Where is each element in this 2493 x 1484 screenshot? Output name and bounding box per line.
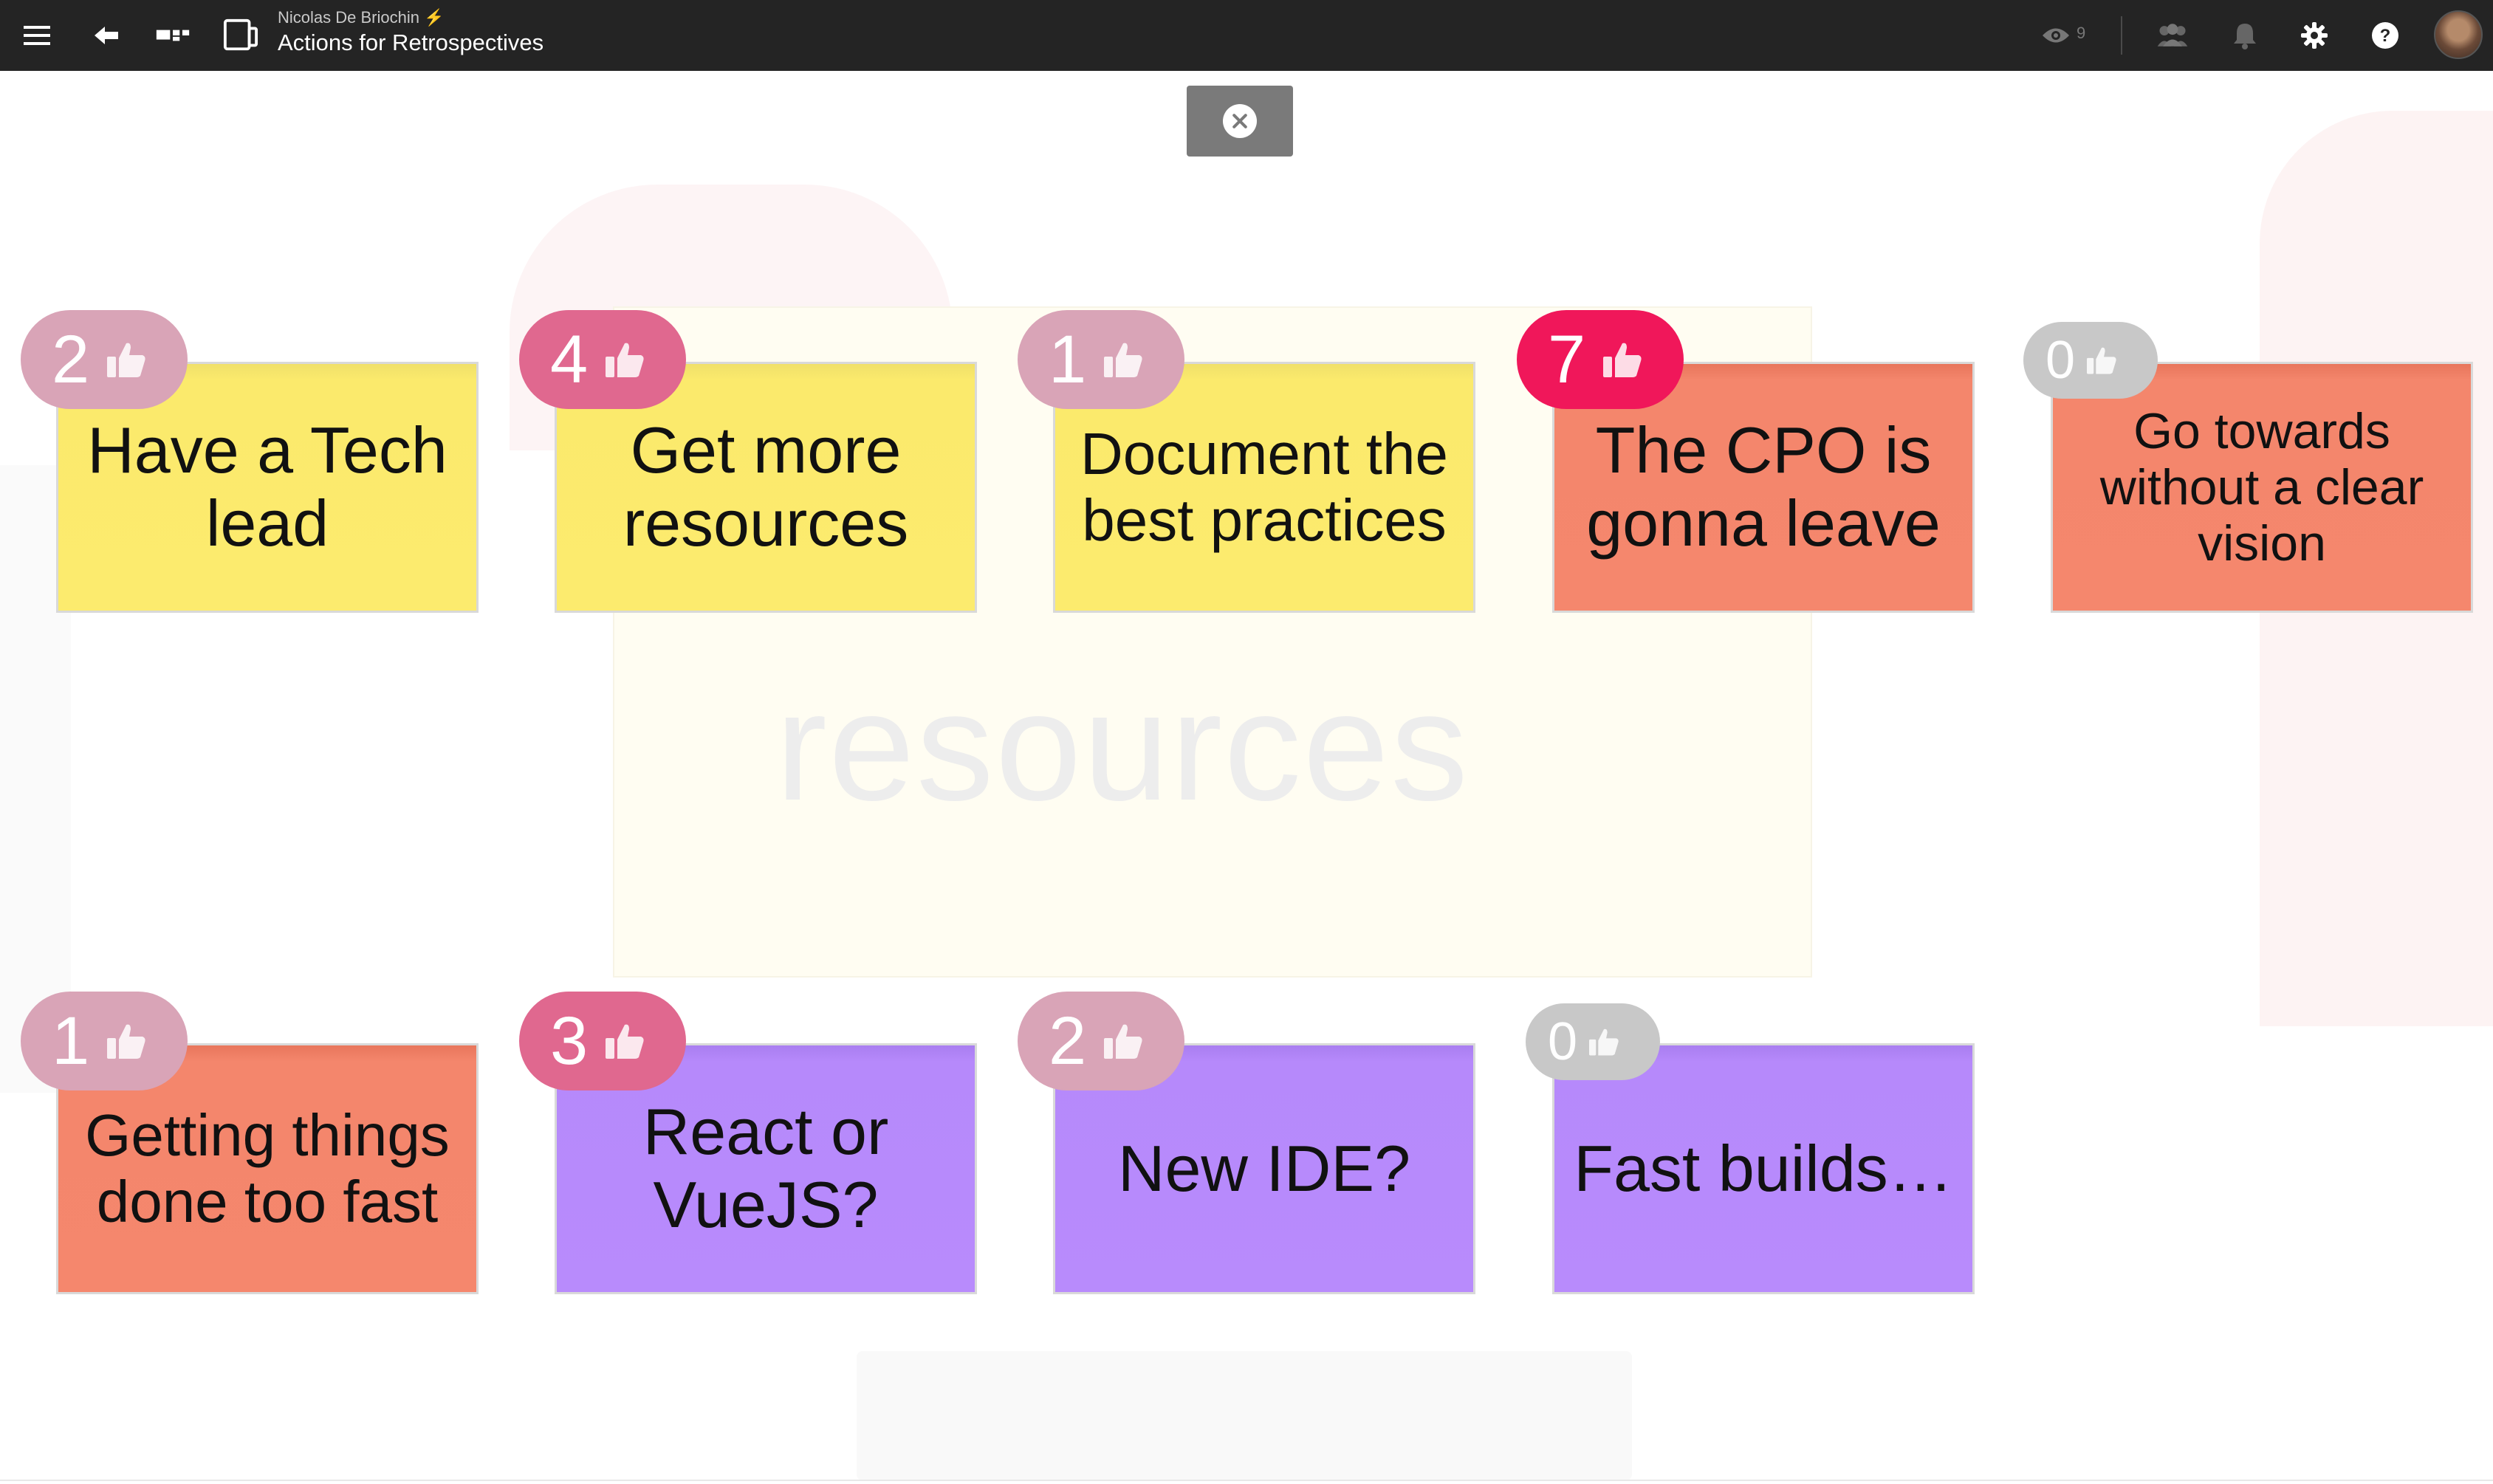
board-overview-icon[interactable] [155, 18, 191, 53]
thumbs-up-icon [106, 1022, 147, 1060]
thumbs-up-icon [1103, 340, 1144, 379]
divider [2121, 16, 2122, 55]
settings-gear-icon[interactable] [2297, 18, 2332, 53]
background-sticky-text: resources [775, 659, 1470, 833]
close-button[interactable] [1187, 86, 1293, 157]
sticky-note-text: Have a Tech lead [87, 413, 447, 560]
sticky-note-text: Fast builds… [1574, 1131, 1953, 1205]
vote-badge[interactable]: 0 [2023, 322, 2158, 399]
vote-count: 3 [550, 1003, 589, 1079]
vote-badge[interactable]: 0 [1526, 1003, 1660, 1080]
users-icon[interactable] [2155, 18, 2190, 53]
vote-count: 1 [1049, 322, 1087, 397]
thumbs-up-icon [2085, 346, 2118, 375]
sticky-note-text: Go towards without a clear vision [2099, 402, 2424, 572]
vote-count: 7 [1548, 322, 1586, 397]
thumbs-up-icon [604, 340, 645, 379]
vote-badge[interactable]: 2 [1018, 992, 1184, 1090]
thumbs-up-icon [1602, 340, 1643, 379]
menu-icon[interactable] [19, 18, 55, 53]
board-owner: Nicolas De Briochin ⚡ [278, 7, 543, 28]
sticky-note[interactable]: Fast builds… [1552, 1043, 1975, 1294]
thumbs-up-icon [604, 1022, 645, 1060]
vote-badge[interactable]: 3 [519, 992, 686, 1090]
vote-count: 2 [1049, 1003, 1087, 1079]
eye-icon[interactable] [2038, 18, 2074, 53]
bell-icon[interactable] [2227, 18, 2263, 53]
sticky-note-text: New IDE? [1117, 1131, 1411, 1205]
vote-badge[interactable]: 2 [21, 310, 188, 409]
top-bar: Nicolas De Briochin ⚡ Actions for Retrosp… [0, 0, 2493, 71]
vote-badge[interactable]: 1 [1018, 310, 1184, 409]
vote-count: 0 [2046, 331, 2076, 390]
vote-count: 2 [52, 322, 90, 397]
sticky-note-text: Getting things done too fast [85, 1102, 450, 1234]
board-icon [223, 18, 258, 53]
close-icon [1223, 104, 1257, 138]
lightning-icon: ⚡ [423, 8, 445, 27]
thumbs-up-icon [1103, 1022, 1144, 1060]
sticky-note[interactable]: Go towards without a clear vision [2051, 362, 2473, 613]
svg-text:?: ? [2380, 26, 2391, 46]
board-info: Nicolas De Briochin ⚡ Actions for Retrosp… [278, 7, 543, 58]
vote-badge[interactable]: 4 [519, 310, 686, 409]
sticky-note-text: The CPO is gonna leave [1586, 413, 1941, 560]
viewer-count: 9 [2077, 24, 2086, 42]
background-bottom-toolbar [857, 1351, 1632, 1480]
vote-count: 0 [1548, 1012, 1578, 1071]
vote-count: 1 [52, 1003, 90, 1079]
board-owner-name: Nicolas De Briochin [278, 8, 419, 27]
divider [0, 1480, 2493, 1481]
help-icon[interactable]: ? [2367, 18, 2403, 53]
board-title: Actions for Retrospectives [278, 30, 544, 55]
vote-badge[interactable]: 1 [21, 992, 188, 1090]
vote-badge[interactable]: 7 [1517, 310, 1684, 409]
sticky-note-text: React or VueJS? [642, 1095, 889, 1241]
thumbs-up-icon [1588, 1027, 1620, 1057]
thumbs-up-icon [106, 340, 147, 379]
sticky-note-text: Get more resources [623, 413, 909, 560]
sticky-note-text: Document the best practices [1080, 421, 1449, 553]
vote-count: 4 [550, 322, 589, 397]
user-avatar[interactable] [2434, 10, 2483, 59]
back-arrow-icon[interactable] [89, 18, 124, 53]
